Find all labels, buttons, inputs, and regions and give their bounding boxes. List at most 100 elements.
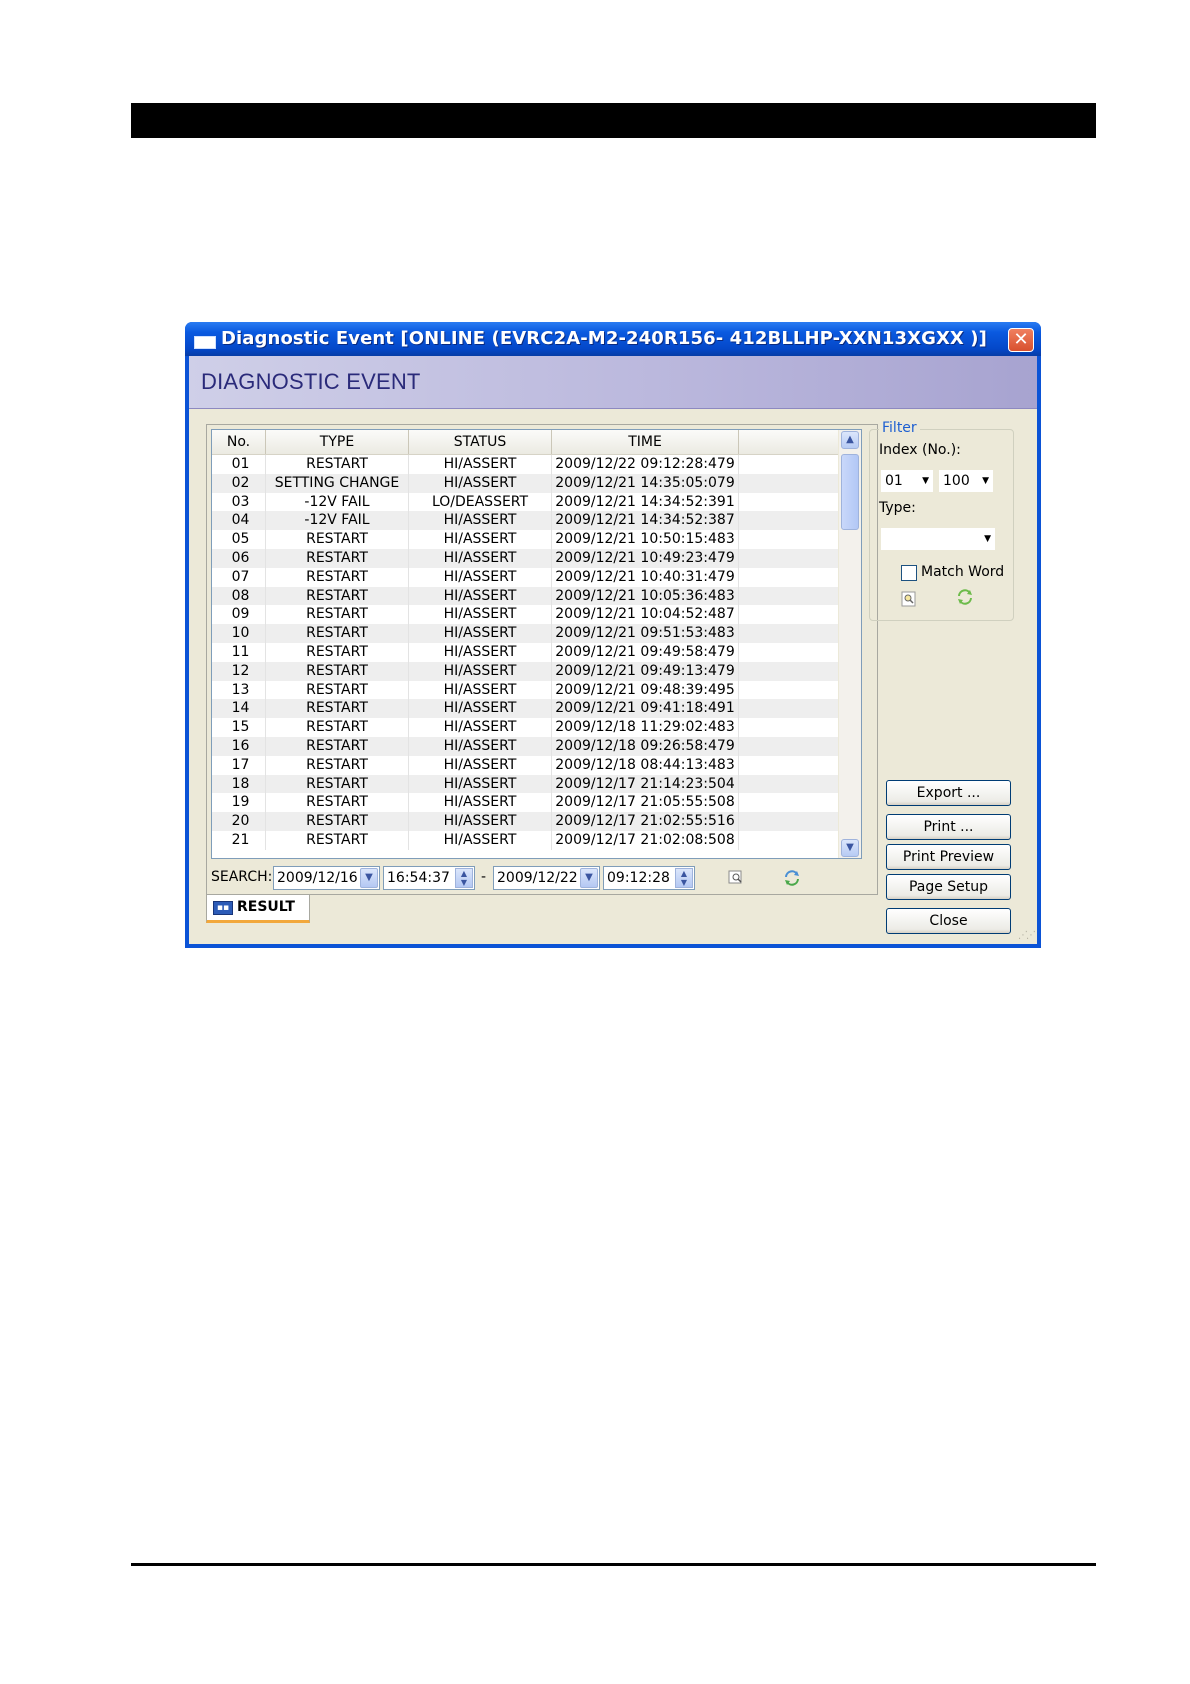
start-time-value: 16:54:37 <box>387 870 450 886</box>
table-row[interactable]: 14 RESTART HI/ASSERT 2009/12/21 09:41:18:49… <box>212 699 841 719</box>
table-row[interactable]: 11 RESTART HI/ASSERT 2009/12/21 09:49:58:47… <box>212 642 839 662</box>
type-select[interactable]: ▼ <box>881 528 995 550</box>
table-row[interactable]: 12 RESTART HI/ASSERT 2009/12/21 09:49:13:47… <box>212 661 839 681</box>
diagnostic-event-window: Diagnostic Event [ONLINE (EVRC2A-M2-240R… <box>185 322 1041 948</box>
window-client: DIAGNOSTIC EVENT No. TYPE STATUS TIME 01… <box>189 356 1037 944</box>
table-row[interactable]: 09 RESTART HI/ASSERT 2009/12/21 10:04:52:48… <box>212 605 839 625</box>
cell-empty <box>739 812 841 831</box>
tab-result[interactable]: ▪▪ RESULT <box>206 895 310 923</box>
column-header-status[interactable]: STATUS <box>409 430 552 454</box>
resize-grip-icon[interactable]: ⋰⋰ <box>1018 930 1036 941</box>
magnifier-icon[interactable] <box>899 590 919 610</box>
end-time-field[interactable]: 09:12:28 ▲ ▼ <box>603 866 695 890</box>
match-word-checkbox[interactable] <box>901 565 917 581</box>
table-row[interactable]: 20 RESTART HI/ASSERT 2009/12/17 21:02:55:51… <box>212 812 839 831</box>
scroll-down-button[interactable]: ▼ <box>841 839 859 857</box>
print-preview-button[interactable]: Print Preview <box>886 844 1011 870</box>
table-row[interactable]: 19 RESTART HI/ASSERT 2009/12/17 21:05:55:50… <box>212 793 839 813</box>
cell-status: HI/ASSERT <box>409 624 552 643</box>
chevron-down-icon[interactable]: ▼ <box>360 868 378 888</box>
table-row[interactable]: 03 -12V FAIL LO/DEASSERT 2009/12/21 14:34:5… <box>212 492 839 512</box>
table-row[interactable]: 18 RESTART HI/ASSERT 2009/12/17 21:14:23:50… <box>212 774 839 794</box>
chevron-down-icon: ▼ <box>922 476 929 486</box>
cell-no: 07 <box>216 567 266 587</box>
cell-time: 2009/12/21 09:51:53:483 <box>552 624 739 643</box>
end-time-spinner[interactable]: ▲ ▼ <box>675 868 693 888</box>
cell-type: RESTART <box>266 605 409 625</box>
cell-type: RESTART <box>266 567 409 587</box>
cell-no: 15 <box>216 718 266 737</box>
column-header-time[interactable]: TIME <box>552 430 739 454</box>
table-row[interactable]: 07 RESTART HI/ASSERT 2009/12/21 10:40:31:47… <box>212 567 839 587</box>
column-header-no[interactable]: No. <box>212 430 266 454</box>
index-to-select[interactable]: 100 ▼ <box>939 470 993 492</box>
cell-empty <box>739 831 841 850</box>
cell-empty <box>739 756 841 775</box>
cell-time: 2009/12/18 11:29:02:483 <box>552 718 739 737</box>
cell-status: HI/ASSERT <box>409 511 552 531</box>
table-row[interactable]: 01 RESTART HI/ASSERT 2009/12/22 09:12:28:47… <box>212 455 839 474</box>
cell-status: HI/ASSERT <box>409 455 552 474</box>
cell-time: 2009/12/18 09:26:58:479 <box>552 736 739 756</box>
search-label: SEARCH: <box>211 869 273 885</box>
table-row[interactable]: 15 RESTART HI/ASSERT 2009/12/18 11:29:02:48… <box>212 718 839 737</box>
title-bar[interactable]: Diagnostic Event [ONLINE (EVRC2A-M2-240R… <box>185 322 1041 356</box>
tab-result-label: RESULT <box>237 899 295 915</box>
cell-status: HI/ASSERT <box>409 567 552 587</box>
cell-empty <box>739 699 841 718</box>
start-time-spinner[interactable]: ▲ ▼ <box>455 868 473 888</box>
print-button[interactable]: Print ... <box>886 814 1011 840</box>
cell-no: 17 <box>216 755 266 775</box>
index-from-value: 01 <box>885 473 903 489</box>
cell-time: 2009/12/21 09:49:13:479 <box>552 661 739 681</box>
cell-status: HI/ASSERT <box>409 793 552 813</box>
cell-type: RESTART <box>266 774 409 794</box>
end-date-picker[interactable]: 2009/12/22 ▼ <box>493 866 600 890</box>
match-word-label: Match Word <box>921 564 1005 580</box>
cell-type: SETTING CHANGE <box>266 473 409 493</box>
table-row[interactable]: 10 RESTART HI/ASSERT 2009/12/21 09:51:53:48… <box>212 624 839 643</box>
page-setup-button[interactable]: Page Setup <box>886 874 1011 900</box>
cell-status: HI/ASSERT <box>409 736 552 756</box>
cell-status: HI/ASSERT <box>409 473 552 493</box>
cell-type: RESTART <box>266 586 409 606</box>
vertical-scrollbar[interactable]: ▲ ▼ <box>838 430 861 858</box>
scroll-up-button[interactable]: ▲ <box>841 431 859 449</box>
scroll-thumb[interactable] <box>841 454 859 530</box>
table-row[interactable]: 02 SETTING CHANGE HI/ASSERT 2009/12/21 14:3… <box>212 473 839 493</box>
cell-no: 02 <box>216 473 266 493</box>
window-title: Diagnostic Event [ONLINE (EVRC2A-M2-240R… <box>221 328 987 349</box>
table-row[interactable]: 06 RESTART HI/ASSERT 2009/12/21 10:49:23:47… <box>212 548 841 568</box>
table-row[interactable]: 04 -12V FAIL HI/ASSERT 2009/12/21 14:34:52:… <box>212 511 839 531</box>
cell-type: RESTART <box>266 661 409 681</box>
table-row[interactable]: 08 RESTART HI/ASSERT 2009/12/21 10:05:36:48… <box>212 586 841 606</box>
close-button[interactable]: Close <box>886 908 1011 934</box>
cell-empty <box>739 587 841 606</box>
cell-status: HI/ASSERT <box>409 774 552 794</box>
column-header-type[interactable]: TYPE <box>266 430 409 454</box>
cell-empty <box>739 549 841 568</box>
refresh-icon[interactable] <box>783 869 801 887</box>
table-row[interactable]: 16 RESTART HI/ASSERT 2009/12/18 09:26:58:47… <box>212 736 839 756</box>
cell-time: 2009/12/21 09:41:18:491 <box>552 699 739 719</box>
magnifier-icon[interactable] <box>727 869 745 887</box>
cell-status: HI/ASSERT <box>409 812 552 831</box>
chevron-down-icon[interactable]: ▼ <box>580 868 598 888</box>
cell-status: HI/ASSERT <box>409 699 552 719</box>
end-time-value: 09:12:28 <box>607 870 670 886</box>
start-time-field[interactable]: 16:54:37 ▲ ▼ <box>383 866 475 890</box>
table-row[interactable]: 05 RESTART HI/ASSERT 2009/12/21 10:50:15:48… <box>212 530 839 549</box>
cell-no: 21 <box>216 830 266 850</box>
export-button[interactable]: Export ... <box>886 780 1011 806</box>
table-row[interactable]: 17 RESTART HI/ASSERT 2009/12/18 08:44:13:48… <box>212 755 841 775</box>
filter-title: Filter <box>879 420 920 436</box>
table-row[interactable]: 21 RESTART HI/ASSERT 2009/12/17 21:02:08:50… <box>212 830 841 850</box>
window-close-button[interactable]: ✕ <box>1008 328 1034 352</box>
cell-type: -12V FAIL <box>266 511 409 531</box>
index-from-select[interactable]: 01 ▼ <box>881 470 933 492</box>
cell-empty <box>739 718 841 737</box>
start-date-picker[interactable]: 2009/12/16 ▼ <box>273 866 380 890</box>
table-row[interactable]: 13 RESTART HI/ASSERT 2009/12/21 09:48:39:49… <box>212 680 839 700</box>
cell-time: 2009/12/21 14:35:05:079 <box>552 473 739 493</box>
refresh-icon[interactable] <box>955 588 975 608</box>
